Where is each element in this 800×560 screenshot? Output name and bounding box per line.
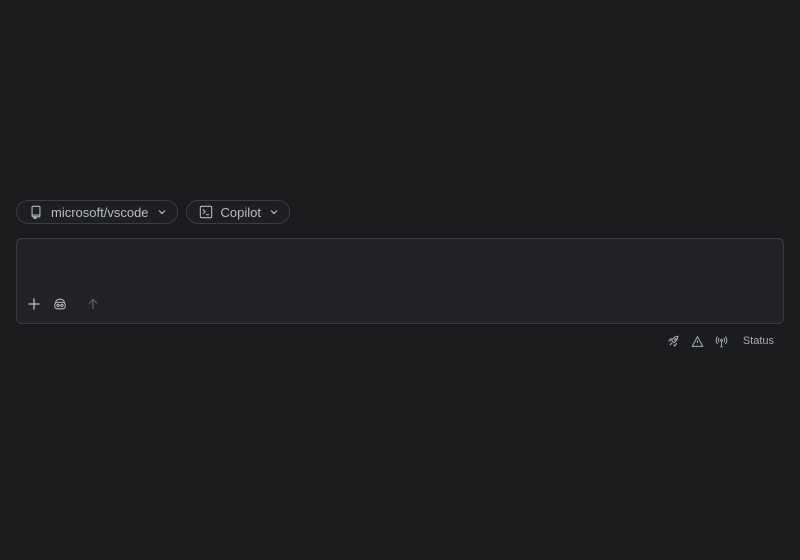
copilot-button[interactable] xyxy=(51,297,69,315)
status-bar: Status xyxy=(667,334,774,348)
agent-selector[interactable]: Copilot xyxy=(185,200,291,224)
prompt-input[interactable] xyxy=(17,239,783,291)
repository-selector[interactable]: microsoft/vscode xyxy=(16,200,178,224)
context-selectors: microsoft/vscode Copilot xyxy=(16,200,291,224)
copilot-icon xyxy=(53,297,67,316)
terminal-icon xyxy=(199,205,213,219)
broadcast-icon[interactable] xyxy=(715,334,729,348)
prompt-composer xyxy=(16,238,784,324)
warning-icon[interactable] xyxy=(691,334,705,348)
send-button[interactable] xyxy=(84,297,102,315)
agent-label: Copilot xyxy=(220,204,262,220)
add-attachment-button[interactable] xyxy=(25,297,43,315)
repository-label: microsoft/vscode xyxy=(51,204,149,220)
plus-icon xyxy=(27,297,41,316)
status-link[interactable]: Status xyxy=(743,335,774,347)
repo-icon xyxy=(29,205,43,219)
chevron-down-icon xyxy=(157,207,167,217)
rocket-icon[interactable] xyxy=(667,334,681,348)
chevron-down-icon xyxy=(269,207,279,217)
send-arrow-icon xyxy=(87,297,99,315)
